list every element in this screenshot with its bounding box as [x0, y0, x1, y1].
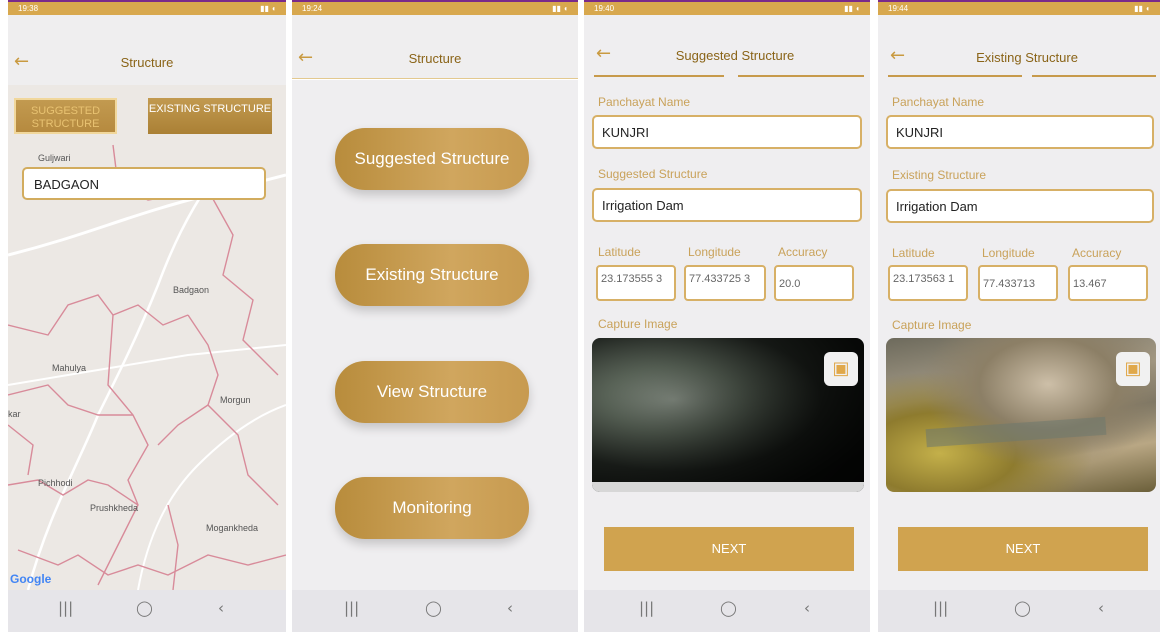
recents-icon[interactable]: ||| — [639, 599, 654, 617]
panchayat-name-field[interactable]: KUNJRI — [592, 115, 862, 149]
google-attribution: Google — [10, 572, 52, 586]
tab-indicator — [1032, 75, 1156, 77]
structure-label: Suggested Structure — [598, 167, 708, 181]
app-bar: ← Structure — [8, 15, 286, 85]
panchayat-name-field[interactable]: KUNJRI — [886, 115, 1154, 149]
status-icons: ▮▮ ◖ — [260, 4, 276, 13]
map-label: Guljwari — [38, 153, 71, 163]
tab-indicator — [594, 75, 724, 77]
view-structure-button[interactable]: View Structure — [335, 361, 529, 423]
recents-icon[interactable]: ||| — [58, 599, 73, 617]
latitude-label: Latitude — [598, 245, 641, 259]
recents-icon[interactable]: ||| — [933, 599, 948, 617]
screen-structure-menu: 19:24 ▮▮ ◖ ← Structure Suggested Structu… — [292, 0, 578, 632]
screen-suggested-structure: 19:40 ▮▮ ◖ ← Suggested Structure Panchay… — [584, 0, 870, 632]
longitude-field[interactable]: 77.433713 — [978, 265, 1058, 301]
tab-existing-structure[interactable]: EXISTING STRUCTURE — [148, 98, 272, 134]
status-icons: ▮▮ ◖ — [552, 4, 568, 13]
app-bar: ← Structure — [292, 15, 578, 79]
screen-existing-structure: 19:44 ▮▮ ◖ ← Existing Structure Panchaya… — [878, 0, 1160, 632]
panchayat-label: Panchayat Name — [892, 95, 985, 109]
page-title: Existing Structure — [976, 50, 1078, 65]
map-label: Mogankheda — [206, 523, 259, 533]
map-label: Mahulya — [52, 363, 87, 373]
existing-structure-button[interactable]: Existing Structure — [335, 244, 529, 306]
status-time: 19:24 — [302, 4, 323, 13]
latitude-field[interactable]: 23.173563 1 — [888, 265, 968, 301]
next-button[interactable]: NEXT — [898, 527, 1148, 571]
latitude-label: Latitude — [892, 246, 935, 260]
back-nav-icon[interactable]: ‹ — [507, 599, 513, 617]
location-search-input[interactable]: BADGAON — [22, 167, 266, 200]
system-nav-bar: ||| ◯ ‹ — [8, 590, 286, 632]
map-label: Morgun — [220, 395, 251, 405]
longitude-label: Longitude — [688, 245, 741, 259]
map-label: Prushkheda — [90, 503, 139, 513]
map-label: Badgaon — [173, 285, 210, 295]
panchayat-label: Panchayat Name — [598, 95, 691, 109]
map-label: Pichhodi — [38, 478, 73, 488]
back-nav-icon[interactable]: ‹ — [218, 599, 224, 617]
status-bar: 19:38 ▮▮ ◖ — [8, 0, 286, 15]
structure-field[interactable]: Irrigation Dam — [886, 189, 1154, 223]
status-icons: ▮▮ ◖ — [1134, 4, 1150, 13]
status-icons: ▮▮ ◖ — [844, 4, 860, 13]
page-title: Structure — [408, 51, 462, 66]
tab-indicator — [738, 75, 864, 77]
status-bar: 19:24 ▮▮ ◖ — [292, 0, 578, 15]
recents-icon[interactable]: ||| — [344, 599, 359, 617]
status-time: 19:38 — [18, 4, 39, 13]
tab-indicator — [888, 75, 1022, 77]
status-bar: 19:44 ▮▮ ◖ — [878, 0, 1160, 15]
longitude-label: Longitude — [982, 246, 1035, 260]
captured-photo: ▣ — [886, 338, 1156, 492]
home-icon[interactable]: ◯ — [720, 599, 737, 617]
map-label: kar — [8, 409, 21, 419]
system-nav-bar: ||| ◯ ‹ — [878, 590, 1160, 632]
capture-image-label: Capture Image — [598, 317, 678, 331]
back-nav-icon[interactable]: ‹ — [1098, 599, 1104, 617]
next-button[interactable]: NEXT — [604, 527, 854, 571]
page-title: Structure — [120, 55, 174, 70]
accuracy-field[interactable]: 13.467 — [1068, 265, 1148, 301]
capture-image-label: Capture Image — [892, 318, 972, 332]
page-title: Suggested Structure — [675, 48, 795, 63]
status-bar: 19:40 ▮▮ ◖ — [584, 0, 870, 15]
suggested-structure-button[interactable]: Suggested Structure — [335, 128, 529, 190]
home-icon[interactable]: ◯ — [425, 599, 442, 617]
system-nav-bar: ||| ◯ ‹ — [584, 590, 870, 632]
home-icon[interactable]: ◯ — [1014, 599, 1031, 617]
accuracy-label: Accuracy — [778, 245, 828, 259]
latitude-field[interactable]: 23.173555 3 — [596, 265, 676, 301]
structure-field[interactable]: Irrigation Dam — [592, 188, 862, 222]
add-photo-icon[interactable]: ▣ — [1116, 352, 1150, 386]
accuracy-label: Accuracy — [1072, 246, 1122, 260]
map-view[interactable]: Guljwari Badgaon Mahulya Morgun Pichhodi… — [8, 85, 286, 590]
screen-map: 19:38 ▮▮ ◖ ← Structure Guljwari Badgaon … — [8, 0, 286, 632]
structure-label: Existing Structure — [892, 168, 987, 182]
tab-suggested-structure[interactable]: SUGGESTED STRUCTURE — [14, 98, 117, 134]
monitoring-button[interactable]: Monitoring — [335, 477, 529, 539]
captured-photo: ▣ — [592, 338, 864, 492]
back-nav-icon[interactable]: ‹ — [804, 599, 810, 617]
longitude-field[interactable]: 77.433725 3 — [684, 265, 766, 301]
accuracy-field[interactable]: 20.0 — [774, 265, 854, 301]
home-icon[interactable]: ◯ — [136, 599, 153, 617]
status-time: 19:44 — [888, 4, 909, 13]
add-photo-icon[interactable]: ▣ — [824, 352, 858, 386]
system-nav-bar: ||| ◯ ‹ — [292, 590, 578, 632]
status-time: 19:40 — [594, 4, 615, 13]
